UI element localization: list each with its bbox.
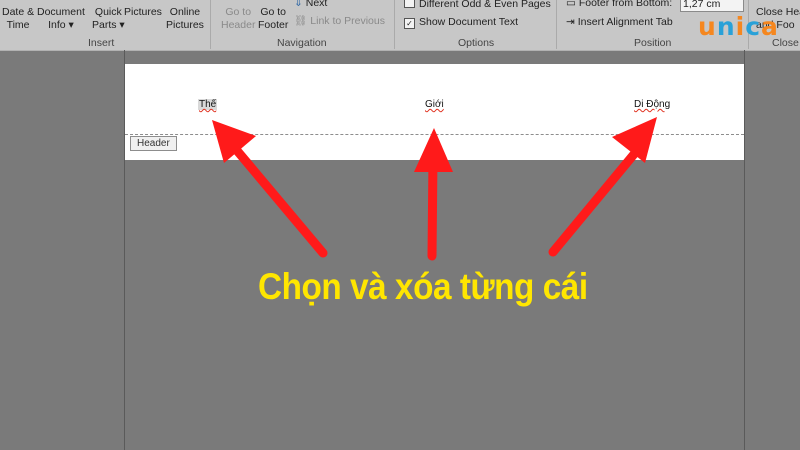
arrow-middle bbox=[414, 128, 453, 261]
instruction-caption: Chọn và xóa từng cái bbox=[258, 266, 588, 307]
arrows-overlay bbox=[212, 117, 657, 261]
arrow-left bbox=[212, 120, 328, 258]
arrow-right bbox=[548, 117, 657, 257]
